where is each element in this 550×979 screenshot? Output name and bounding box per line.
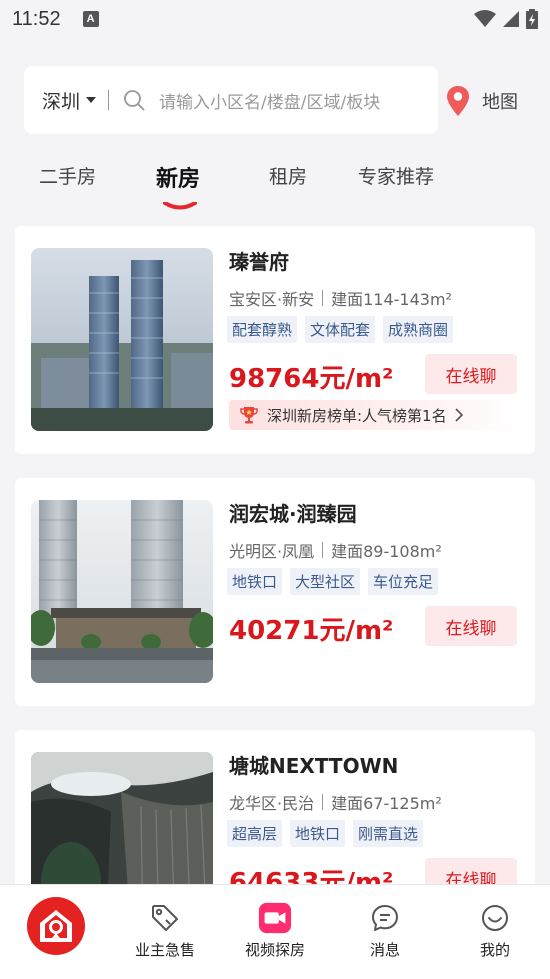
city-selector[interactable]: 深圳	[42, 87, 80, 114]
notification-icon: A	[82, 11, 99, 27]
listing-tag: 地铁口	[290, 820, 346, 847]
battery-icon	[526, 9, 538, 29]
tab-new-homes[interactable]: 新房	[156, 161, 200, 193]
listing-tags: 超高层 地铁口 刚需直选	[227, 820, 424, 847]
listing-tag: 超高层	[227, 820, 283, 847]
divider	[322, 794, 324, 810]
listing-tag: 成熟商圈	[383, 316, 454, 343]
listing-tag: 车位充足	[368, 568, 439, 595]
listing-tag: 刚需直选	[353, 820, 424, 847]
nav-video-tour[interactable]: 视频探房	[220, 885, 330, 979]
online-chat-button[interactable]: 在线聊	[425, 606, 517, 646]
status-bar: 11:52 A	[0, 0, 550, 38]
nav-profile[interactable]: 我的	[440, 885, 550, 979]
online-chat-button[interactable]: 在线聊	[425, 354, 517, 394]
map-label[interactable]: 地图	[482, 88, 518, 114]
listing-tag: 配套醇熟	[227, 316, 298, 343]
nav-label[interactable]: 我的	[480, 939, 510, 960]
profile-icon	[478, 901, 512, 935]
search-icon	[124, 90, 145, 111]
listing-district: 光明区·凤凰	[229, 542, 315, 561]
active-tab-indicator	[163, 202, 197, 210]
tab-rent[interactable]: 租房	[269, 162, 307, 189]
listing-area: 建面89-108m²	[331, 542, 442, 561]
trophy-icon	[240, 407, 258, 424]
video-icon	[258, 901, 292, 935]
ranking-text[interactable]: 深圳新房榜单:人气榜第1名	[267, 405, 447, 426]
tab-second-hand[interactable]: 二手房	[39, 162, 96, 189]
listing-tags: 地铁口 大型社区 车位充足	[227, 568, 439, 595]
nav-label[interactable]: 消息	[370, 939, 400, 960]
listing-price: 98764元/m²	[229, 364, 394, 394]
status-indicators	[474, 9, 538, 29]
listing-price: 40271元/m²	[229, 616, 394, 646]
nav-label[interactable]: 视频探房	[245, 939, 305, 960]
home-logo-icon[interactable]	[27, 897, 85, 955]
nav-messages[interactable]: 消息	[330, 885, 440, 979]
listing-tag: 大型社区	[290, 568, 361, 595]
listing-area: 建面67-125m²	[331, 794, 442, 813]
listing-district: 龙华区·民治	[229, 794, 315, 813]
listing-card[interactable]: 润宏城·润臻园 光明区·凤凰 建面89-108m² 地铁口 大型社区 车位充足 …	[15, 478, 535, 706]
listing-name[interactable]: 润宏城·润臻园	[229, 498, 357, 527]
search-input[interactable]: 请输入小区名/楼盘/区域/板块	[159, 88, 380, 113]
listing-meta: 光明区·凤凰 建面89-108m²	[229, 538, 442, 562]
bottom-navigation: 业主急售 视频探房 消息 我的	[0, 884, 550, 979]
listing-tag: 地铁口	[227, 568, 283, 595]
listing-photo[interactable]	[31, 500, 213, 683]
tab-bar: 二手房 新房 租房 专家推荐	[0, 150, 550, 210]
listing-district: 宝安区·新安	[229, 290, 315, 309]
listing-area: 建面114-143m²	[331, 290, 452, 309]
listing-name[interactable]: 塘城NEXTTOWN	[229, 750, 398, 779]
status-time: 11:52	[12, 7, 61, 30]
listing-card[interactable]: 瑧誉府 宝安区·新安 建面114-143m² 配套醇熟 文体配套 成熟商圈 98…	[15, 226, 535, 454]
divider	[108, 90, 110, 110]
map-pin-icon	[447, 86, 469, 116]
listing-name[interactable]: 瑧誉府	[229, 246, 289, 275]
search-bar[interactable]: 深圳 请输入小区名/楼盘/区域/板块	[24, 66, 438, 134]
listing-photo[interactable]	[31, 248, 213, 431]
listing-tags: 配套醇熟 文体配套 成熟商圈	[227, 316, 454, 343]
map-button[interactable]: 地图	[446, 82, 518, 120]
divider	[322, 290, 324, 306]
listing-meta: 宝安区·新安 建面114-143m²	[229, 286, 452, 310]
nav-owner-urgent-sale[interactable]: 业主急售	[110, 885, 220, 979]
listing-meta: 龙华区·民治 建面67-125m²	[229, 790, 442, 814]
listing-tag: 文体配套	[305, 316, 376, 343]
tag-icon	[148, 901, 182, 935]
chevron-right-icon	[455, 408, 463, 422]
ranking-banner[interactable]: 深圳新房榜单:人气榜第1名	[229, 400, 519, 430]
caret-down-icon[interactable]	[86, 97, 97, 103]
nav-label[interactable]: 业主急售	[135, 939, 195, 960]
wifi-icon	[474, 10, 496, 27]
divider	[322, 542, 324, 558]
message-icon	[368, 901, 402, 935]
signal-icon	[503, 11, 519, 27]
tab-expert-recommend[interactable]: 专家推荐	[358, 162, 434, 189]
